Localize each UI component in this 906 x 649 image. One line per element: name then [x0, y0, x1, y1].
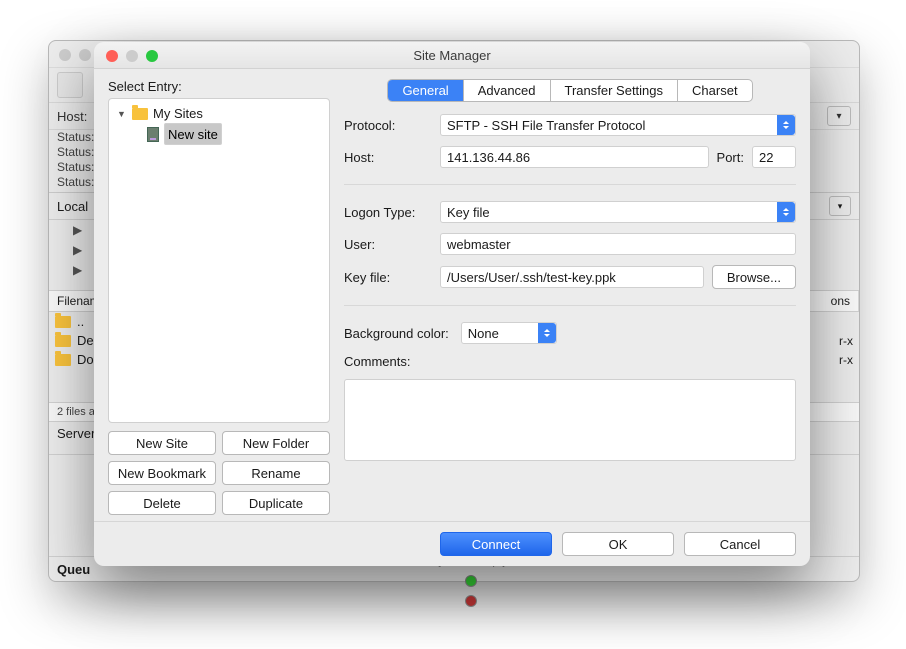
chevron-updown-icon: [777, 115, 795, 135]
tree-item-new-site[interactable]: New site: [113, 122, 325, 146]
chevron-down-icon[interactable]: ▼: [117, 109, 127, 119]
folder-icon: [132, 108, 148, 120]
site-manager-dialog: Site Manager Select Entry: ▼ My Sites Ne…: [94, 42, 810, 566]
tab-transfer-settings[interactable]: Transfer Settings: [551, 80, 679, 101]
user-label: User:: [344, 237, 375, 252]
rename-button[interactable]: Rename: [222, 461, 330, 485]
keyfile-value: /Users/User/.ssh/test-key.ppk: [447, 270, 616, 285]
bg-min-icon: [79, 49, 91, 61]
tree-root[interactable]: ▼ My Sites: [113, 105, 325, 122]
perm-text: r-x: [839, 353, 853, 367]
divider: [344, 184, 796, 185]
close-icon[interactable]: [106, 50, 118, 62]
dialog-traffic-lights[interactable]: [106, 50, 158, 62]
bgcolor-value: None: [468, 326, 499, 341]
dialog-title: Site Manager: [94, 42, 810, 69]
settings-tabs: General Advanced Transfer Settings Chars…: [387, 79, 752, 102]
keyfile-input[interactable]: /Users/User/.ssh/test-key.ppk: [440, 266, 704, 288]
site-tree-panel: Select Entry: ▼ My Sites New site New Si…: [108, 79, 330, 515]
toolbar-icon: [57, 72, 83, 98]
duplicate-button[interactable]: Duplicate: [222, 491, 330, 515]
minimize-icon: [126, 50, 138, 62]
chevron-updown-icon: [538, 323, 556, 343]
new-folder-button[interactable]: New Folder: [222, 431, 330, 455]
zoom-icon[interactable]: [146, 50, 158, 62]
select-entry-label: Select Entry:: [108, 79, 330, 94]
protocol-label: Protocol:: [344, 118, 395, 133]
site-settings-panel: General Advanced Transfer Settings Chars…: [344, 79, 796, 515]
bg-local-label: Local: [57, 199, 88, 214]
user-value: webmaster: [447, 237, 511, 252]
logon-type-value: Key file: [447, 205, 490, 220]
site-tree[interactable]: ▼ My Sites New site: [108, 98, 330, 423]
chevron-down-icon: ▾: [829, 196, 851, 216]
tab-general[interactable]: General: [388, 80, 463, 101]
bgcolor-select[interactable]: None: [461, 322, 557, 344]
perm-text: r-x: [839, 334, 853, 348]
bg-queue-label: Queu: [57, 562, 90, 577]
col-perm: ons: [802, 291, 859, 311]
comments-label: Comments:: [344, 354, 410, 369]
delete-button[interactable]: Delete: [108, 491, 216, 515]
tree-item-label: New site: [164, 123, 222, 145]
led-icon: [465, 595, 477, 607]
folder-icon: [55, 335, 71, 347]
new-site-button[interactable]: New Site: [108, 431, 216, 455]
browse-button[interactable]: Browse...: [712, 265, 796, 289]
bg-host-label: Host:: [57, 109, 87, 124]
item-name: ..: [77, 314, 84, 329]
led-icon: [465, 575, 477, 587]
site-icon: [147, 127, 159, 142]
cancel-button[interactable]: Cancel: [684, 532, 796, 556]
connect-button[interactable]: Connect: [440, 532, 552, 556]
bg-dropdown-icon: ▾: [827, 106, 851, 126]
folder-icon: [55, 354, 71, 366]
divider: [344, 305, 796, 306]
host-input[interactable]: 141.136.44.86: [440, 146, 709, 168]
logon-type-select[interactable]: Key file: [440, 201, 796, 223]
new-bookmark-button[interactable]: New Bookmark: [108, 461, 216, 485]
chevron-updown-icon: [777, 202, 795, 222]
user-input[interactable]: webmaster: [440, 233, 796, 255]
folder-icon: [55, 316, 71, 328]
host-value: 141.136.44.86: [447, 150, 530, 165]
tree-root-label: My Sites: [153, 106, 203, 121]
comments-textarea[interactable]: [344, 379, 796, 461]
bgcolor-label: Background color:: [344, 326, 449, 341]
port-value: 22: [759, 150, 773, 165]
bg-server-label: Server/: [57, 426, 99, 441]
host-label: Host:: [344, 150, 374, 165]
protocol-value: SFTP - SSH File Transfer Protocol: [447, 118, 645, 133]
tab-advanced[interactable]: Advanced: [464, 80, 551, 101]
port-label: Port:: [717, 150, 744, 165]
logon-type-label: Logon Type:: [344, 205, 415, 220]
keyfile-label: Key file:: [344, 270, 390, 285]
ok-button[interactable]: OK: [562, 532, 674, 556]
protocol-select[interactable]: SFTP - SSH File Transfer Protocol: [440, 114, 796, 136]
dialog-footer: Connect OK Cancel: [94, 521, 810, 566]
port-input[interactable]: 22: [752, 146, 796, 168]
bg-close-icon: [59, 49, 71, 61]
tab-charset[interactable]: Charset: [678, 80, 752, 101]
